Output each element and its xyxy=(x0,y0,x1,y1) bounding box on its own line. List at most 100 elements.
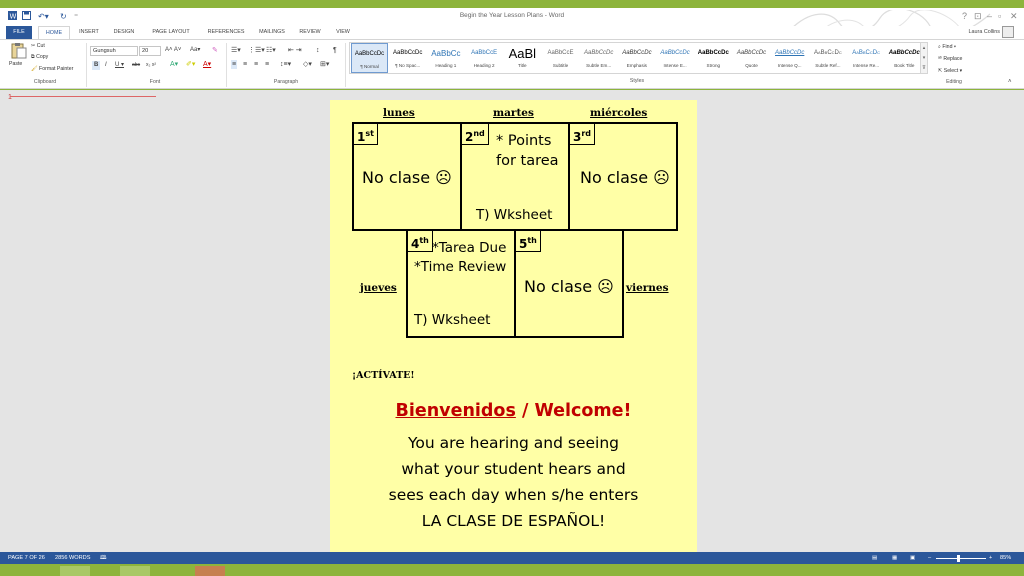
style-item[interactable]: AaBbCcDc Book Title xyxy=(886,43,923,73)
style-item[interactable]: AaBbCcDc ¶ No Spac... xyxy=(389,43,426,73)
find-button[interactable]: ⌕ Find ▾ xyxy=(938,44,956,51)
font-size-box[interactable]: 20 xyxy=(139,46,161,56)
font-color-icon[interactable]: A▾ xyxy=(203,60,211,69)
zoom-in-icon[interactable]: + xyxy=(989,552,992,564)
bullets-icon[interactable]: ☰▾ xyxy=(231,46,241,55)
align-right-icon[interactable]: ≡ xyxy=(254,60,258,69)
read-mode-icon[interactable]: ▤ xyxy=(872,552,877,564)
sort-icon[interactable]: ↕ xyxy=(316,46,320,55)
align-left-icon[interactable]: ≡ xyxy=(231,60,238,69)
style-item[interactable]: AaBbCcE Heading 2 xyxy=(466,43,503,73)
styles-gallery-scroll[interactable]: ▴ ▾ ⊽ xyxy=(920,42,928,74)
style-name: Book Title xyxy=(894,63,915,68)
style-item[interactable]: AaBbCcDc Subtle Ref... xyxy=(809,43,846,73)
paste-label[interactable]: Paste xyxy=(9,61,22,67)
minimize-button[interactable]: – xyxy=(987,10,992,22)
select-button[interactable]: ⇱ Select ▾ xyxy=(938,68,962,74)
style-preview: AaBbCcDc xyxy=(697,50,729,56)
tab-mailings[interactable]: MAILINGS xyxy=(254,26,290,39)
zoom-thumb[interactable] xyxy=(957,555,960,562)
zoom-out-icon[interactable]: – xyxy=(928,552,931,564)
text-effects-icon[interactable]: A▾ xyxy=(170,60,178,69)
navigation-pane-line xyxy=(10,96,156,98)
find-label: Find xyxy=(942,44,953,50)
print-layout-icon[interactable]: ▦ xyxy=(892,552,897,564)
style-item[interactable]: AaBbCcDc Intense E... xyxy=(657,43,694,73)
user-avatar[interactable] xyxy=(1002,26,1014,38)
cell-text: No clase ☹ xyxy=(580,168,670,187)
bold-button[interactable]: B xyxy=(92,61,101,70)
style-item[interactable]: AaBbCcDc Subtle Em... xyxy=(580,43,617,73)
style-item[interactable]: AaBbCcDc ¶ Normal xyxy=(351,43,388,73)
zoom-level[interactable]: 85% xyxy=(1000,552,1011,564)
proofing-icon[interactable]: 🕮 xyxy=(100,552,107,564)
style-item[interactable]: AaBbCcDc Strong xyxy=(695,43,732,73)
style-item[interactable]: AaBbCcDc Quote xyxy=(733,43,770,73)
pilcrow-icon[interactable]: ¶ xyxy=(333,46,337,55)
line-spacing-icon[interactable]: ↕≡▾ xyxy=(280,60,291,69)
tab-design[interactable]: DESIGN xyxy=(108,26,140,39)
indent-icons[interactable]: ⇤ ⇥ xyxy=(288,46,302,55)
style-preview: AaBbCcDc xyxy=(622,50,652,56)
taskbar-button[interactable] xyxy=(120,566,150,576)
collapse-ribbon-icon[interactable]: ˄ xyxy=(1008,78,1012,87)
font-group-label: Font xyxy=(149,79,161,85)
clear-formatting-icon[interactable]: ✎ xyxy=(212,46,218,55)
tab-review[interactable]: REVIEW xyxy=(294,26,326,39)
style-item[interactable]: AaBbCc Heading 1 xyxy=(427,43,464,73)
italic-button[interactable]: I xyxy=(105,61,107,70)
calendar-cell-4: 4th *Tarea Due *Time Review T) Wksheet xyxy=(406,229,516,338)
close-button[interactable]: ✕ xyxy=(1010,10,1018,22)
tab-view[interactable]: VIEW xyxy=(330,26,356,39)
style-item[interactable]: AaBl Title xyxy=(504,43,541,73)
help-button[interactable]: ? xyxy=(962,10,967,22)
tab-page-layout[interactable]: PAGE LAYOUT xyxy=(144,26,198,39)
taskbar-button[interactable] xyxy=(60,566,90,576)
taskbar-button[interactable] xyxy=(195,566,225,576)
style-item[interactable]: AaBbCcE Subtitle xyxy=(542,43,579,73)
subscript-button[interactable]: x₂ x² xyxy=(146,61,156,70)
document-workspace[interactable]: 1 lunes martes miércoles 1st No clase ☹ … xyxy=(0,90,1024,552)
tab-file[interactable]: FILE xyxy=(6,26,32,39)
numbering-icon[interactable]: ⋮☰▾ xyxy=(248,46,265,55)
web-layout-icon[interactable]: ▣ xyxy=(910,552,915,564)
format-painter-button[interactable]: 🖌 Format Painter xyxy=(31,66,73,72)
ribbon-tabs: FILE HOME INSERT DESIGN PAGE LAYOUT REFE… xyxy=(0,26,1024,39)
style-item[interactable]: AaBbCcDc Emphasis xyxy=(618,43,655,73)
replace-label: Replace xyxy=(943,56,963,62)
grow-font-icon[interactable]: A˄ A˅ xyxy=(165,46,181,55)
font-family-box[interactable]: Gungsuh xyxy=(90,46,138,56)
ribbon-display-button[interactable]: ⊡ xyxy=(974,10,982,22)
title-bar: W ↶▾ ↻ ⁼ Begin the Year Lesson Plans - W… xyxy=(0,8,1024,34)
day-friday: viernes xyxy=(626,282,669,294)
underline-button[interactable]: U ▾ xyxy=(115,61,124,70)
welcome-heading: Bienvenidos / Welcome! xyxy=(330,401,697,421)
tab-insert[interactable]: INSERT xyxy=(74,26,104,39)
cut-button[interactable]: ✂ Cut xyxy=(31,43,45,49)
welcome-english: Welcome! xyxy=(534,401,632,421)
style-item[interactable]: AaBbCcDc Intense Re... xyxy=(848,43,885,73)
align-center-icon[interactable]: ≡ xyxy=(243,60,247,69)
tab-home[interactable]: HOME xyxy=(38,26,70,39)
replace-button[interactable]: ᵃᵇ Replace xyxy=(938,56,962,62)
cell-number: 1st xyxy=(353,123,378,145)
restore-button[interactable]: ▫ xyxy=(998,10,1001,22)
page-count[interactable]: PAGE 7 OF 26 xyxy=(8,552,45,564)
document-page[interactable]: lunes martes miércoles 1st No clase ☹ 2n… xyxy=(330,100,697,552)
highlight-icon[interactable]: ✐▾ xyxy=(186,60,195,69)
user-name[interactable]: Laura Collins xyxy=(940,26,1000,39)
justify-icon[interactable]: ≡ xyxy=(265,60,269,69)
copy-button[interactable]: ⧉ Copy xyxy=(31,54,48,61)
welcome-spanish: Bienvenidos xyxy=(395,401,516,421)
multilevel-list-icon[interactable]: ☷▾ xyxy=(266,46,276,55)
borders-icon[interactable]: ⊞▾ xyxy=(320,60,329,69)
zoom-slider[interactable] xyxy=(936,558,986,559)
tab-references[interactable]: REFERENCES xyxy=(202,26,250,39)
style-preview: AaBbCcDc xyxy=(393,50,423,56)
paste-icon[interactable] xyxy=(9,43,29,59)
strikethrough-button[interactable]: abc xyxy=(132,61,140,70)
change-case-icon[interactable]: Aa▾ xyxy=(190,46,200,55)
word-count[interactable]: 2856 WORDS xyxy=(55,552,90,564)
style-item[interactable]: AaBbCcDc Intense Q... xyxy=(771,43,808,73)
shading-icon[interactable]: ◇▾ xyxy=(303,60,312,69)
